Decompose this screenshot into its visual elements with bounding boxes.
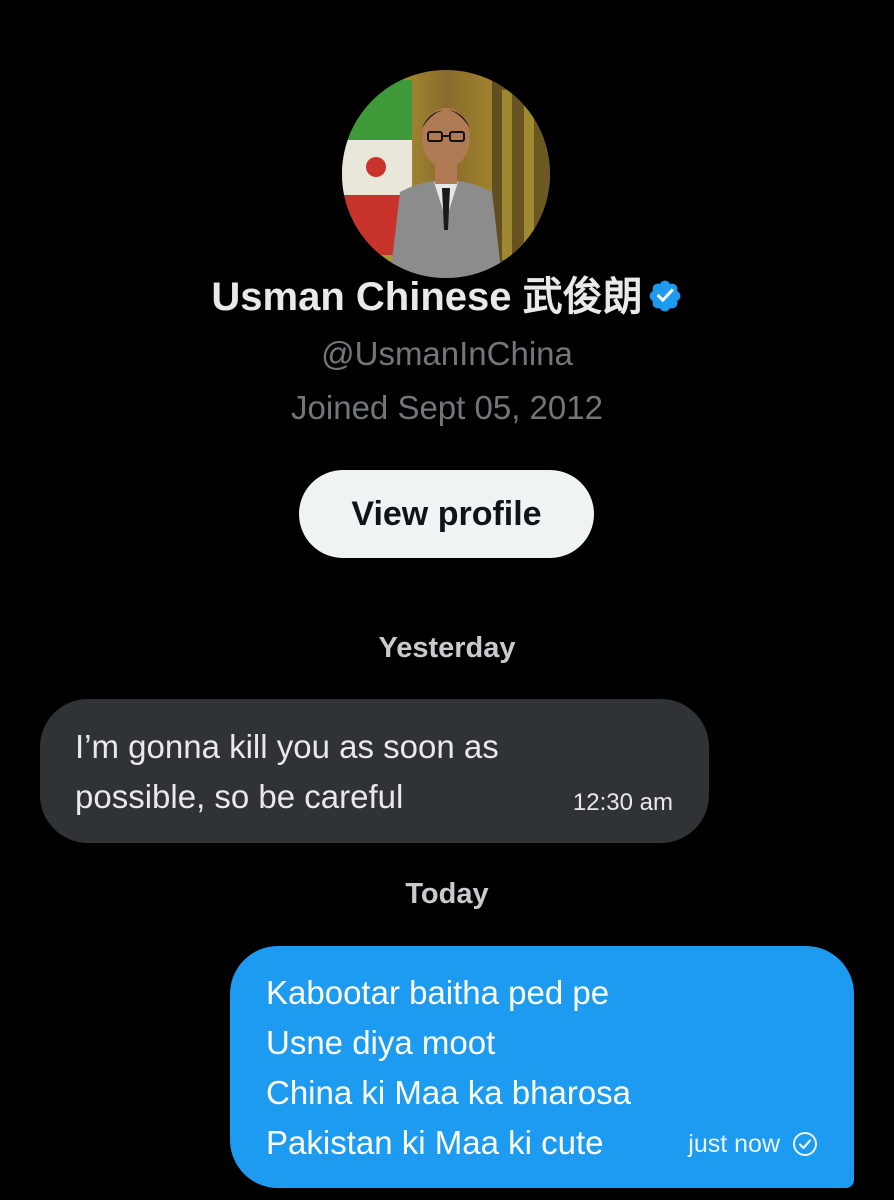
- profile-avatar[interactable]: [342, 70, 550, 278]
- incoming-message[interactable]: I’m gonna kill you as soon as possible, …: [40, 699, 709, 843]
- avatar-photo: [342, 70, 550, 278]
- view-profile-button[interactable]: View profile: [299, 470, 594, 558]
- message-timestamp: 12:30 am: [572, 789, 673, 816]
- profile-handle: @UsmanInChina: [321, 335, 573, 372]
- date-separator-today: Today: [405, 878, 489, 910]
- date-separator-yesterday: Yesterday: [378, 632, 516, 664]
- message-line: I’m gonna kill you as soon as: [75, 728, 499, 765]
- verified-badge-icon: [649, 280, 680, 312]
- message-status: just now: [688, 1130, 818, 1158]
- outgoing-message[interactable]: Kabootar baitha ped pe Usne diya moot Ch…: [230, 946, 854, 1188]
- message-timestamp: just now: [688, 1130, 780, 1158]
- profile-name: Usman Chinese 武俊朗: [0, 272, 894, 322]
- message-line: Kabootar baitha ped pe: [266, 974, 610, 1011]
- message-line: China ki Maa ka bharosa: [266, 1074, 632, 1111]
- profile-name-text: Usman Chinese 武俊朗: [211, 275, 643, 319]
- sent-check-icon: [793, 1132, 817, 1156]
- joined-date: Joined Sept 05, 2012: [291, 389, 603, 426]
- message-line: Usne diya moot: [266, 1024, 496, 1061]
